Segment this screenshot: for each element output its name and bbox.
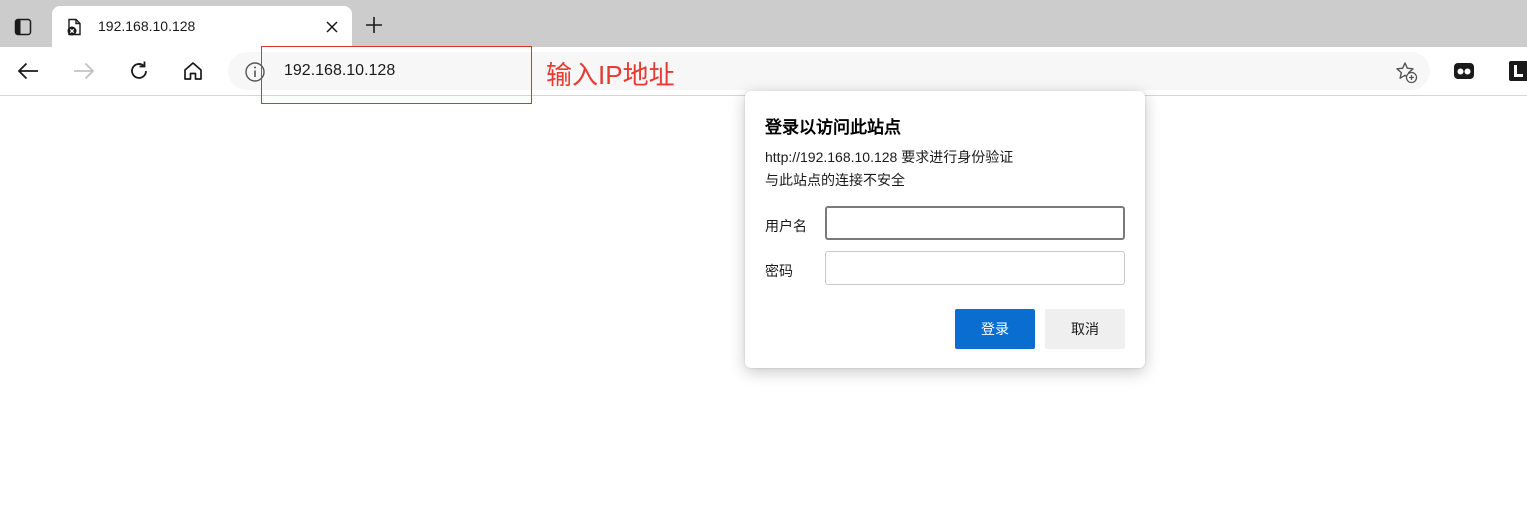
password-input[interactable] xyxy=(825,251,1125,285)
home-button[interactable] xyxy=(178,57,208,85)
refresh-button[interactable] xyxy=(124,57,154,85)
plus-icon xyxy=(366,17,382,33)
browser-toolbar: 192.168.10.128 xyxy=(0,47,1527,96)
forward-button[interactable] xyxy=(69,57,99,85)
active-tab[interactable]: 192.168.10.128 xyxy=(52,6,352,47)
auth-dialog: 登录以访问此站点 http://192.168.10.128 要求进行身份验证 … xyxy=(745,91,1145,368)
close-icon xyxy=(326,21,338,33)
dialog-title: 登录以访问此站点 xyxy=(765,118,901,137)
refresh-icon xyxy=(131,61,147,79)
extension-icon[interactable] xyxy=(1453,60,1475,82)
extension-icon-2[interactable] xyxy=(1509,60,1527,82)
add-favorite-icon[interactable] xyxy=(1394,60,1418,84)
username-input[interactable] xyxy=(825,206,1125,240)
cancel-button[interactable]: 取消 xyxy=(1045,309,1125,349)
tab-close-button[interactable] xyxy=(322,17,342,37)
password-label: 密码 xyxy=(765,263,793,279)
insecure-page-icon xyxy=(67,18,81,36)
login-button[interactable]: 登录 xyxy=(955,309,1035,349)
tab-strip: 192.168.10.128 xyxy=(0,0,1527,47)
tab-title: 192.168.10.128 xyxy=(98,18,196,34)
dialog-message-line1: http://192.168.10.128 要求进行身份验证 xyxy=(765,149,1014,165)
username-label: 用户名 xyxy=(765,218,807,234)
back-button[interactable] xyxy=(13,57,43,85)
back-arrow-icon xyxy=(17,62,38,80)
tab-actions-button[interactable] xyxy=(6,12,40,42)
new-tab-button[interactable] xyxy=(361,12,387,38)
forward-arrow-icon xyxy=(74,62,95,80)
annotation-highlight-box xyxy=(261,46,532,104)
home-icon xyxy=(184,62,202,80)
annotation-label: 输入IP地址 xyxy=(546,60,675,90)
dialog-message-line2: 与此站点的连接不安全 xyxy=(765,172,905,188)
tab-actions-icon xyxy=(14,18,32,36)
